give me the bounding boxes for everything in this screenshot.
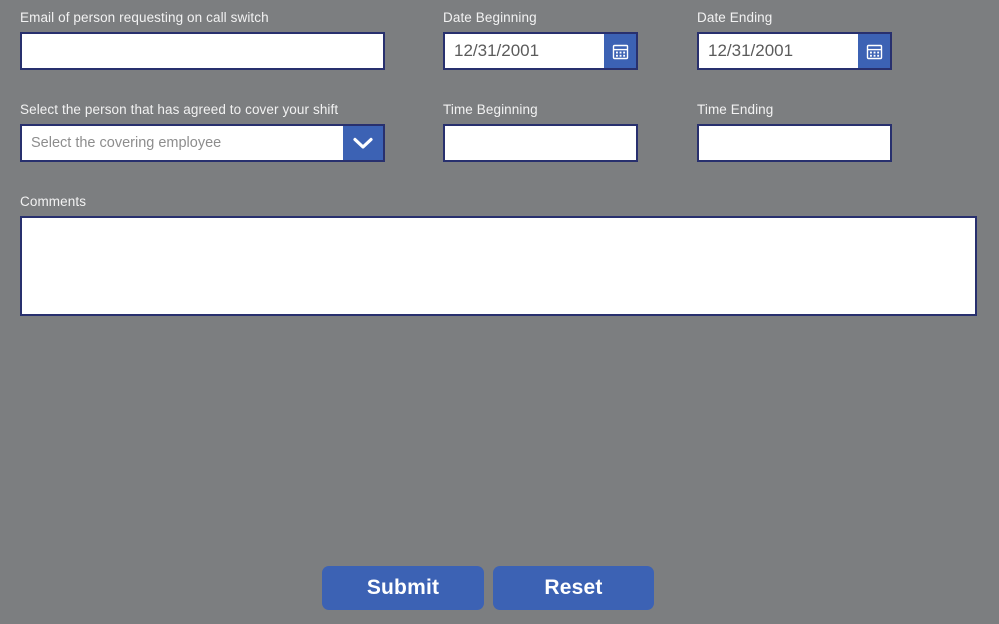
reset-button[interactable]: Reset	[493, 566, 654, 610]
date-ending-label: Date Ending	[697, 10, 773, 25]
date-ending-field-group: Date Ending	[697, 10, 892, 70]
covering-employee-label: Select the person that has agreed to cov…	[20, 102, 339, 117]
covering-employee-select[interactable]: Select the covering employee	[20, 124, 385, 162]
time-beginning-input[interactable]	[443, 124, 638, 162]
date-beginning-label: Date Beginning	[443, 10, 537, 25]
time-ending-input[interactable]	[697, 124, 892, 162]
chevron-down-icon	[350, 134, 376, 152]
chevron-down-button-covering-employee[interactable]	[343, 126, 383, 160]
date-ending-input[interactable]	[699, 34, 858, 68]
time-ending-field-group: Time Ending	[697, 102, 892, 162]
form-actions: Submit Reset	[322, 566, 654, 610]
on-call-switch-form: Email of person requesting on call switc…	[0, 0, 999, 624]
calendar-icon	[612, 43, 629, 60]
comments-textarea[interactable]	[20, 216, 977, 316]
requester-email-field-group: Email of person requesting on call switc…	[20, 10, 385, 70]
calendar-icon-button-date-beginning[interactable]	[604, 34, 636, 68]
requester-email-input[interactable]	[20, 32, 385, 70]
time-ending-label: Time Ending	[697, 102, 774, 117]
covering-employee-selected-value: Select the covering employee	[22, 126, 343, 160]
comments-field-group: Comments	[20, 194, 977, 316]
time-beginning-field-group: Time Beginning	[443, 102, 638, 162]
requester-email-label: Email of person requesting on call switc…	[20, 10, 269, 25]
covering-employee-field-group: Select the person that has agreed to cov…	[20, 102, 385, 162]
calendar-icon-button-date-ending[interactable]	[858, 34, 890, 68]
time-beginning-label: Time Beginning	[443, 102, 538, 117]
date-beginning-control	[443, 32, 638, 70]
date-ending-control	[697, 32, 892, 70]
submit-button[interactable]: Submit	[322, 566, 484, 610]
comments-label: Comments	[20, 194, 87, 209]
calendar-icon	[866, 43, 883, 60]
date-beginning-field-group: Date Beginning	[443, 10, 638, 70]
date-beginning-input[interactable]	[445, 34, 604, 68]
